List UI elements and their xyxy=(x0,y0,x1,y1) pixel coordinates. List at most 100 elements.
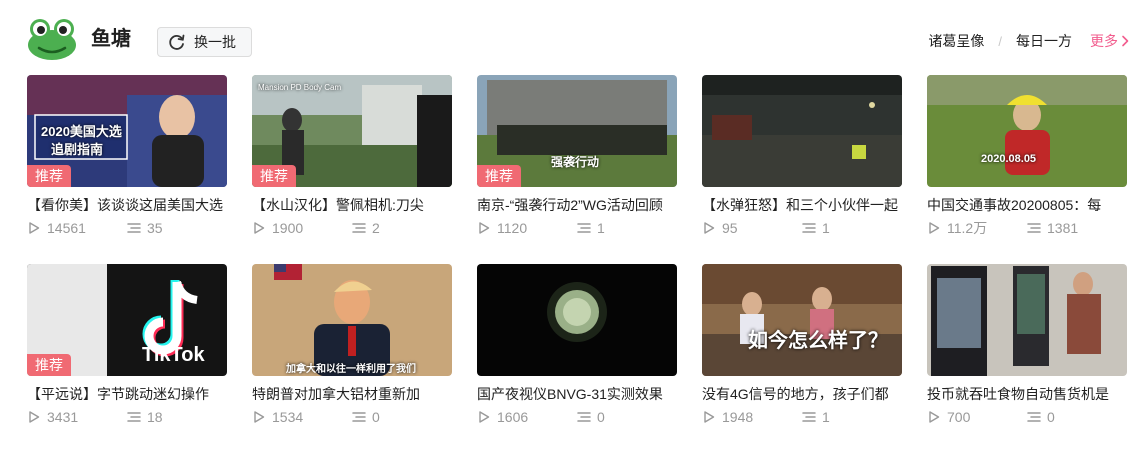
video-thumbnail[interactable]: TikTok 推荐 xyxy=(27,264,227,376)
view-count: 1948 xyxy=(702,409,753,425)
video-stats: 14561 35 xyxy=(27,219,227,237)
header-link-zhuge[interactable]: 诸葛呈像 xyxy=(928,31,984,51)
danmaku-count-value: 2 xyxy=(372,220,380,236)
refresh-label: 换一批 xyxy=(194,34,236,50)
view-count-value: 95 xyxy=(722,220,738,236)
view-count-value: 1534 xyxy=(272,409,304,425)
video-thumbnail[interactable] xyxy=(477,264,677,376)
danmaku-count: 1 xyxy=(577,220,605,236)
video-card[interactable]: 如今怎么样了？ 没有4G信号的地方，孩子们都 1948 1 xyxy=(702,264,902,426)
danmaku-icon xyxy=(352,223,366,233)
danmaku-count-value: 1 xyxy=(597,220,605,236)
video-card[interactable]: 加拿大和以往一样利用了我们 特朗普对加拿大铝材重新加 1534 0 xyxy=(252,264,452,426)
video-title[interactable]: 【水弹狂怒】和三个小伙伴一起 xyxy=(702,196,902,214)
recommended-badge: 推荐 xyxy=(252,165,296,187)
danmaku-count: 0 xyxy=(352,409,380,425)
video-card[interactable]: 投币就吞吐食物自动售货机是 700 0 xyxy=(927,264,1127,426)
video-title[interactable]: 中国交通事故20200805：每 xyxy=(927,196,1127,214)
thumbnail-image xyxy=(927,75,1127,187)
danmaku-count: 2 xyxy=(352,220,380,236)
play-icon xyxy=(29,411,40,423)
more-label: 更多 xyxy=(1090,33,1118,49)
video-thumbnail[interactable]: 加拿大和以往一样利用了我们 xyxy=(252,264,452,376)
video-title[interactable]: 【水山汉化】警佩相机:刀尖 xyxy=(252,196,452,214)
video-title[interactable]: 没有4G信号的地方，孩子们都 xyxy=(702,385,902,403)
thumbnail-caption: 强袭行动 xyxy=(551,155,600,169)
thumbnail-caption: 追剧指南 xyxy=(51,142,104,157)
view-count-value: 700 xyxy=(947,409,971,425)
video-thumbnail[interactable]: 2020美国大选 追剧指南 推荐 xyxy=(27,75,227,187)
thumbnail-image xyxy=(927,264,1127,376)
view-count: 1534 xyxy=(252,409,303,425)
video-stats: 1606 0 xyxy=(477,408,677,426)
video-title[interactable]: 【平远说】字节跳动迷幻操作 xyxy=(27,385,227,403)
play-icon xyxy=(29,222,40,234)
video-card[interactable]: Mansion PD Body Cam 推荐 【水山汉化】警佩相机:刀尖 190… xyxy=(252,75,452,237)
thumbnail-image xyxy=(477,264,677,376)
play-icon xyxy=(479,411,490,423)
thumbnail-caption: Mansion PD Body Cam xyxy=(258,83,342,92)
video-card[interactable]: 2020.08.05 中国交通事故20200805：每 11.2万 1381 xyxy=(927,75,1127,237)
thumbnail-image xyxy=(702,75,902,187)
play-icon xyxy=(929,222,940,234)
play-icon xyxy=(479,222,490,234)
section-header: 鱼塘 换一批 诸葛呈像 / 每日一方 更多 xyxy=(27,18,1130,60)
thumbnail-image xyxy=(702,264,902,376)
video-title[interactable]: 南京-“强袭行动2”WG活动回顾 xyxy=(477,196,677,214)
danmaku-count-value: 1381 xyxy=(1047,220,1079,236)
video-card[interactable]: 2020美国大选 追剧指南 推荐 【看你美】该谈谈这届美国大选 14561 35 xyxy=(27,75,227,237)
video-card[interactable]: TikTok 推荐 【平远说】字节跳动迷幻操作 3431 18 xyxy=(27,264,227,426)
frog-logo-icon xyxy=(28,19,76,60)
danmaku-count: 35 xyxy=(127,220,163,236)
video-stats: 1900 2 xyxy=(252,219,452,237)
video-stats: 95 1 xyxy=(702,219,902,237)
thumbnail-caption: TikTok xyxy=(142,344,205,366)
video-stats: 1534 0 xyxy=(252,408,452,426)
danmaku-count-value: 0 xyxy=(1047,409,1055,425)
danmaku-count-value: 1 xyxy=(822,220,830,236)
video-card[interactable]: 国产夜视仪BNVG-31实测效果 1606 0 xyxy=(477,264,677,426)
header-link-meiri[interactable]: 每日一方 xyxy=(1016,31,1072,51)
video-title[interactable]: 国产夜视仪BNVG-31实测效果 xyxy=(477,385,677,403)
view-count-value: 11.2万 xyxy=(947,220,988,236)
video-thumbnail[interactable]: 强袭行动 推荐 xyxy=(477,75,677,187)
danmaku-count-value: 35 xyxy=(147,220,163,236)
video-thumbnail[interactable]: 如今怎么样了？ xyxy=(702,264,902,376)
video-thumbnail[interactable]: 2020.08.05 xyxy=(927,75,1127,187)
danmaku-count: 1 xyxy=(802,409,830,425)
view-count: 95 xyxy=(702,220,738,236)
video-thumbnail[interactable]: Mansion PD Body Cam 推荐 xyxy=(252,75,452,187)
danmaku-icon xyxy=(352,412,366,422)
divider: / xyxy=(998,33,1002,49)
danmaku-count: 1 xyxy=(802,220,830,236)
play-icon xyxy=(704,411,715,423)
danmaku-icon xyxy=(802,223,816,233)
video-stats: 3431 18 xyxy=(27,408,227,426)
video-thumbnail[interactable] xyxy=(702,75,902,187)
header-links: 诸葛呈像 / 每日一方 更多 xyxy=(928,30,1130,52)
video-title[interactable]: 【看你美】该谈谈这届美国大选 xyxy=(27,196,227,214)
danmaku-icon xyxy=(127,223,141,233)
danmaku-icon xyxy=(127,412,141,422)
more-link[interactable]: 更多 xyxy=(1090,31,1130,51)
danmaku-count: 1381 xyxy=(1027,220,1078,236)
video-stats: 11.2万 1381 xyxy=(927,219,1127,237)
video-card[interactable]: 强袭行动 推荐 南京-“强袭行动2”WG活动回顾 1120 1 xyxy=(477,75,677,237)
play-icon xyxy=(254,411,265,423)
video-stats: 1948 1 xyxy=(702,408,902,426)
video-title[interactable]: 投币就吞吐食物自动售货机是 xyxy=(927,385,1127,403)
video-card[interactable]: 【水弹狂怒】和三个小伙伴一起 95 1 xyxy=(702,75,902,237)
thumbnail-caption: 2020.08.05 xyxy=(981,153,1037,165)
refresh-button[interactable]: 换一批 xyxy=(157,27,252,57)
view-count: 1900 xyxy=(252,220,303,236)
view-count-value: 1948 xyxy=(722,409,754,425)
thumbnail-caption: 加拿大和以往一样利用了我们 xyxy=(286,364,416,375)
video-stats: 1120 1 xyxy=(477,219,677,237)
thumbnail-caption: 如今怎么样了？ xyxy=(748,330,888,352)
recommended-badge: 推荐 xyxy=(27,165,71,187)
video-title[interactable]: 特朗普对加拿大铝材重新加 xyxy=(252,385,452,403)
view-count-value: 1120 xyxy=(497,220,528,236)
video-thumbnail[interactable] xyxy=(927,264,1127,376)
danmaku-count: 0 xyxy=(1027,409,1055,425)
danmaku-icon xyxy=(577,412,591,422)
